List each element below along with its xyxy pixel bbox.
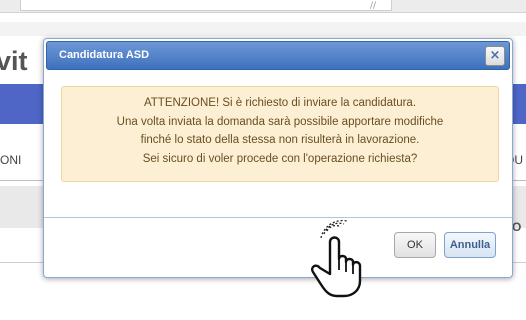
background-title: vit — [0, 46, 28, 76]
ok-button[interactable]: OK — [394, 232, 436, 258]
cancel-button[interactable]: Annulla — [444, 232, 496, 258]
confirm-dialog: Candidatura ASD × ATTENZIONE! Si è richi… — [43, 38, 513, 278]
warning-line-3: finché lo stato della stessa non risulte… — [140, 134, 420, 147]
warning-line-2: Una volta inviata la domanda sarà possib… — [116, 115, 444, 128]
warning-line-4: Sei sicuro di voler procede con l'operaz… — [142, 152, 418, 165]
background-blue-header-left — [0, 84, 44, 124]
dialog-header[interactable]: Candidatura ASD × — [46, 41, 510, 70]
background-strip — [0, 22, 526, 36]
warning-message-box: ATTENZIONE! Si è richiesto di inviare la… — [61, 86, 499, 182]
close-icon: × — [489, 48, 501, 63]
warning-line-1: ATTENZIONE! Si è richiesto di inviare la… — [143, 97, 417, 109]
resize-handle-icon: // — [370, 1, 377, 11]
top-text-field[interactable] — [20, 0, 392, 11]
click-ripple — [320, 219, 348, 239]
background-column-header-left: ONI — [0, 140, 46, 181]
warning-message: ATTENZIONE! Si è richiesto di inviare la… — [62, 94, 498, 168]
background-row-left — [0, 186, 44, 228]
dialog-button-separator — [44, 217, 512, 218]
hand-pointer-icon — [311, 219, 362, 298]
background-button-fragment[interactable]: O — [512, 220, 521, 234]
dialog-title: Candidatura ASD — [59, 49, 150, 61]
close-button[interactable]: × — [485, 46, 505, 66]
